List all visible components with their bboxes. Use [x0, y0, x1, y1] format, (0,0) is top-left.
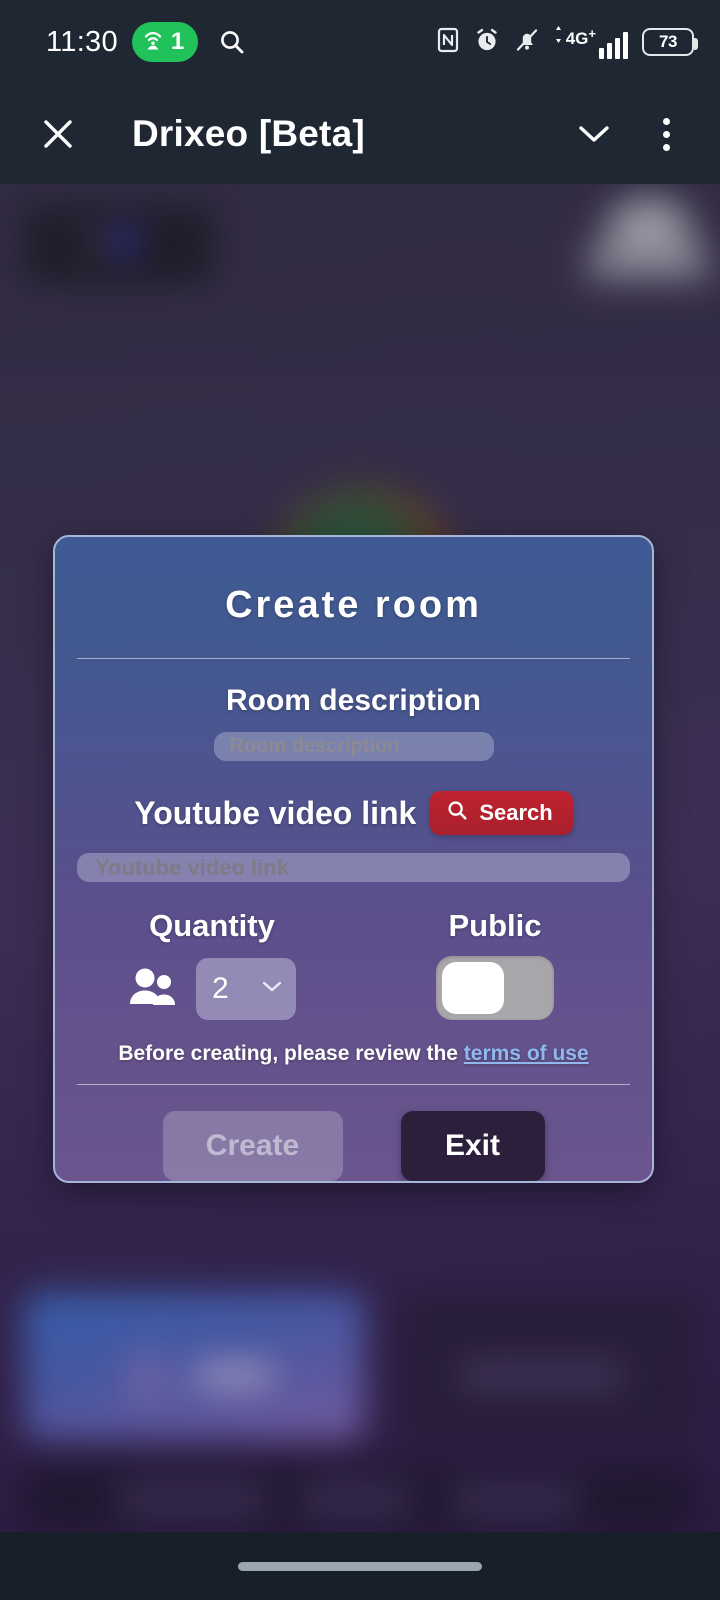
signal-bars-icon	[599, 31, 628, 59]
bell-muted-icon	[514, 27, 540, 58]
wifi-hotspot-icon	[142, 28, 164, 57]
terms-notice: Before creating, please review the terms…	[118, 1042, 588, 1066]
dialog-title: Create room	[225, 584, 482, 626]
battery-indicator: 73	[642, 28, 698, 56]
network-type-label: 4G	[565, 28, 589, 48]
quantity-public-row: Quantity 2 Public	[77, 908, 630, 1021]
dialog-actions: Create Exit	[162, 1111, 545, 1181]
search-button[interactable]: Search	[430, 791, 573, 835]
public-group: Public	[360, 908, 630, 1021]
terms-notice-text: Before creating, please review the	[118, 1042, 464, 1066]
nfc-icon	[436, 27, 460, 58]
exit-button[interactable]: Exit	[400, 1111, 545, 1181]
dialog-actions-divider	[77, 1084, 630, 1085]
more-vertical-icon[interactable]	[642, 108, 690, 160]
close-icon[interactable]	[34, 110, 82, 158]
quantity-group: Quantity 2	[77, 908, 347, 1021]
youtube-link-header-row: Youtube video link Search	[55, 791, 652, 835]
status-bar-right: 4G + 73	[436, 25, 698, 59]
quantity-stepper[interactable]: 2	[196, 958, 296, 1021]
room-description-label: Room description	[225, 683, 481, 717]
app-title: Drixeo [Beta]	[132, 113, 365, 154]
room-description-input[interactable]	[213, 731, 494, 761]
people-icon	[128, 966, 178, 1013]
search-icon[interactable]	[218, 28, 246, 56]
network-indicator: 4G +	[554, 25, 628, 59]
status-bar-left: 11:30 1	[46, 22, 246, 62]
youtube-link-input[interactable]	[77, 853, 630, 883]
data-arrows-icon	[554, 25, 563, 48]
quantity-control: 2	[128, 958, 296, 1021]
hotspot-count: 1	[170, 28, 185, 55]
public-toggle[interactable]	[436, 956, 554, 1021]
dialog-title-divider	[77, 658, 630, 659]
status-bar: 11:30 1 4G + 73	[0, 0, 720, 84]
chevron-down-icon	[260, 979, 284, 1000]
youtube-link-label: Youtube video link	[134, 794, 417, 831]
app-bar: Drixeo [Beta]	[0, 84, 720, 184]
quantity-value: 2	[212, 972, 229, 1006]
terms-of-use-link[interactable]: terms of use	[464, 1042, 589, 1065]
quantity-label: Quantity	[149, 908, 275, 944]
home-gesture-pill[interactable]	[238, 1561, 482, 1571]
status-time: 11:30	[46, 25, 118, 58]
system-navigation-bar	[0, 1532, 720, 1600]
network-plus-label: +	[588, 25, 596, 41]
alarm-clock-icon	[474, 27, 500, 58]
create-room-dialog: Create room Room description Youtube vid…	[53, 535, 654, 1183]
hotspot-indicator: 1	[131, 22, 199, 62]
chevron-down-icon[interactable]	[568, 108, 620, 160]
search-icon	[446, 799, 468, 827]
battery-level-label: 73	[659, 32, 677, 51]
create-button[interactable]: Create	[162, 1111, 343, 1181]
public-label: Public	[448, 908, 542, 944]
public-toggle-knob	[442, 962, 504, 1015]
search-button-label: Search	[479, 800, 553, 825]
